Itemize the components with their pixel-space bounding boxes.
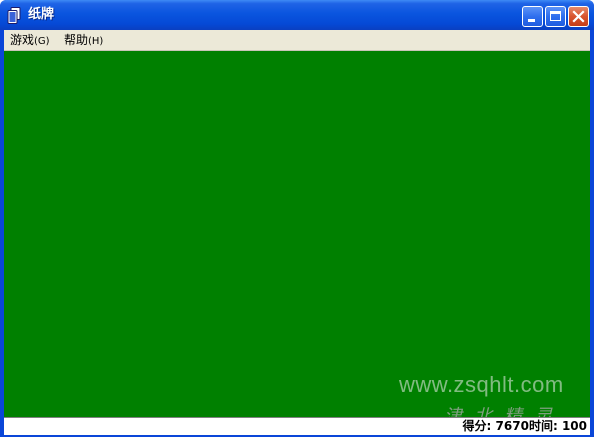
- time-value: 100: [561, 419, 587, 433]
- menu-game-accel: (G): [34, 36, 50, 47]
- menu-bar: 游戏(G) 帮助(H): [4, 30, 590, 51]
- card-table[interactable]: [4, 51, 590, 417]
- minimize-button[interactable]: [522, 6, 543, 27]
- solitaire-window: 纸牌 游戏(G) 帮助(H) www.zsqhlt.com 津北精灵 得分: 7…: [0, 0, 594, 437]
- menu-game[interactable]: 游戏(G): [10, 32, 50, 50]
- minimize-icon: [528, 19, 535, 22]
- time-label: 时间:: [528, 419, 558, 433]
- watermark-url: www.zsqhlt.com: [399, 372, 564, 397]
- close-icon: [572, 10, 585, 23]
- menu-game-label: 游戏: [10, 33, 35, 47]
- status-text: 得分: 7670时间: 100: [463, 418, 587, 434]
- score-value: 7670: [495, 419, 529, 433]
- window-title: 纸牌: [28, 7, 55, 22]
- menu-help-label: 帮助: [64, 33, 89, 47]
- title-bar[interactable]: 纸牌: [0, 0, 594, 30]
- score-label: 得分:: [462, 419, 492, 433]
- menu-help[interactable]: 帮助(H): [64, 32, 103, 50]
- cards-icon: [7, 7, 21, 24]
- maximize-button[interactable]: [545, 6, 566, 27]
- close-button[interactable]: [568, 6, 589, 27]
- menu-help-accel: (H): [88, 36, 104, 47]
- maximize-icon: [550, 11, 561, 21]
- status-bar: 得分: 7670时间: 100: [4, 417, 590, 435]
